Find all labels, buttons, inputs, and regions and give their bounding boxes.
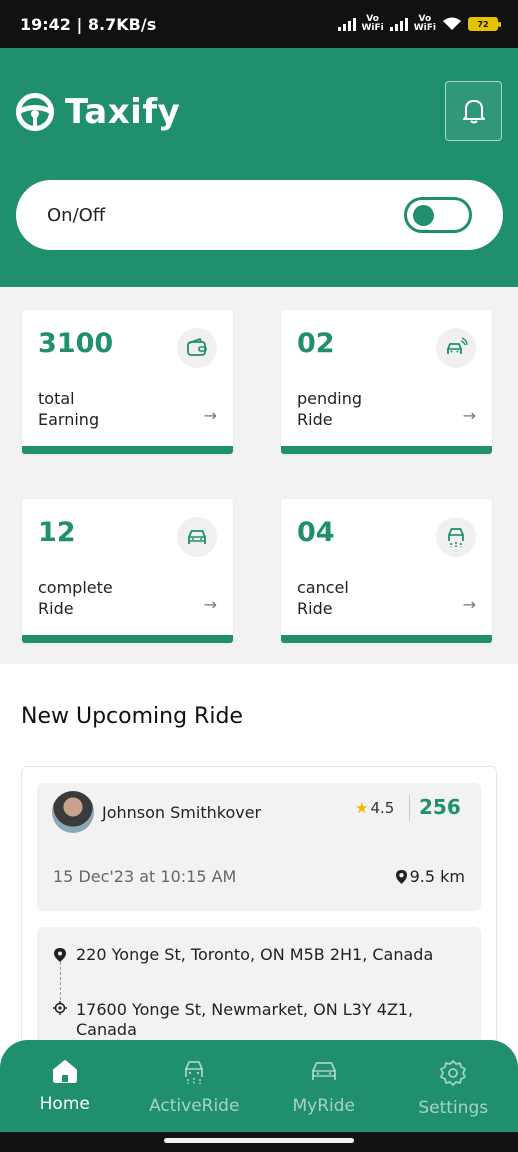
- nav-item-settings[interactable]: Settings: [389, 1040, 518, 1132]
- avatar: [52, 791, 94, 833]
- stat-card-total-earning[interactable]: 3100 total Earning →: [22, 310, 233, 454]
- settings-icon: [440, 1060, 467, 1086]
- volte-icon-2: Vo WiFi: [413, 14, 436, 33]
- wifi-icon: [443, 17, 461, 30]
- notification-button[interactable]: [445, 81, 502, 141]
- pickup-address: 220 Yonge St, Toronto, ON M5B 2H1, Canad…: [76, 945, 434, 964]
- stat-card-cancel-ride[interactable]: 04 cancel Ride →: [281, 499, 492, 643]
- stat-label: cancel Ride: [297, 578, 349, 618]
- online-toggle[interactable]: [404, 197, 472, 233]
- signal-icon: [337, 17, 356, 31]
- arrow-right-icon[interactable]: →: [204, 595, 217, 614]
- app-header: Taxify On/Off: [0, 48, 518, 287]
- my-ride-icon: [311, 1062, 336, 1080]
- status-icons: Vo WiFi Vo WiFi 72: [332, 14, 501, 33]
- nav-item-myride[interactable]: MyRide: [259, 1040, 389, 1132]
- rider-name: Johnson Smithkover: [102, 803, 262, 822]
- star-icon: ★: [355, 799, 369, 817]
- wallet-icon: [177, 328, 217, 368]
- distance-value: 9.5 km: [409, 867, 465, 886]
- rider-info: Johnson Smithkover ★ 4.5 256 15 Dec'23 at…: [37, 783, 481, 911]
- battery-icon: 72: [468, 17, 501, 31]
- stat-label: complete Ride: [38, 578, 113, 618]
- rating-value: 4.5: [370, 799, 395, 817]
- nav-item-home[interactable]: Home: [0, 1040, 130, 1132]
- status-bar: 19:42 | 8.7KB/s Vo WiFi Vo WiFi 72: [0, 0, 518, 48]
- bell-icon: [462, 100, 485, 124]
- location-pin-icon: [395, 869, 407, 884]
- stat-card-complete-ride[interactable]: 12 complete Ride →: [22, 499, 233, 643]
- home-icon: [52, 1060, 77, 1083]
- active-ride-icon: [185, 1061, 204, 1084]
- stat-value: 02: [297, 328, 335, 359]
- stat-value: 3100: [38, 328, 114, 359]
- target-location-icon: [53, 1001, 67, 1015]
- pickup-pin-icon: [54, 948, 66, 962]
- stat-label: pending Ride: [297, 389, 363, 429]
- status-time: 19:42 | 8.7KB/s: [20, 14, 157, 34]
- rating: ★ 4.5: [355, 799, 394, 817]
- stat-card-pending-ride[interactable]: 02 pending Ride →: [281, 310, 492, 454]
- dropoff-address: 17600 Yonge St, Newmarket, ON L3Y 4Z1, C…: [76, 1000, 414, 1039]
- app-name: Taxify: [65, 92, 181, 132]
- bottom-nav: Home ActiveRide MyRide Settings: [0, 1040, 518, 1132]
- route-line: [60, 957, 61, 1005]
- ride-datetime: 15 Dec'23 at 10:15 AM: [53, 867, 237, 886]
- section-title: New Upcoming Ride: [21, 704, 243, 729]
- arrow-right-icon[interactable]: →: [463, 406, 476, 425]
- car-icon: [177, 517, 217, 557]
- stat-value: 04: [297, 517, 335, 548]
- system-nav-bar: [0, 1132, 518, 1152]
- brand: Taxify: [15, 92, 180, 132]
- volte-icon: Vo WiFi: [361, 14, 384, 33]
- car-cancel-icon: [436, 517, 476, 557]
- distance: 9.5 km: [395, 867, 465, 886]
- arrow-right-icon[interactable]: →: [204, 406, 217, 425]
- nav-label: Settings: [418, 1098, 489, 1118]
- steering-wheel-icon: [16, 93, 54, 131]
- toggle-knob: [413, 205, 434, 226]
- nav-item-activeride[interactable]: ActiveRide: [130, 1040, 260, 1132]
- stat-label: total Earning: [38, 389, 100, 429]
- home-indicator[interactable]: [164, 1138, 354, 1143]
- stat-value: 12: [38, 517, 76, 548]
- nav-label: ActiveRide: [149, 1096, 240, 1116]
- fare: 256: [419, 795, 461, 819]
- arrow-right-icon[interactable]: →: [463, 595, 476, 614]
- nav-label: Home: [39, 1094, 90, 1114]
- divider: [409, 795, 410, 821]
- nav-label: MyRide: [292, 1096, 355, 1116]
- toggle-label: On/Off: [47, 204, 106, 226]
- online-toggle-bar: On/Off: [16, 180, 503, 250]
- battery-level: 72: [477, 19, 489, 29]
- car-signal-icon: [436, 328, 476, 368]
- signal-icon-2: [389, 17, 408, 31]
